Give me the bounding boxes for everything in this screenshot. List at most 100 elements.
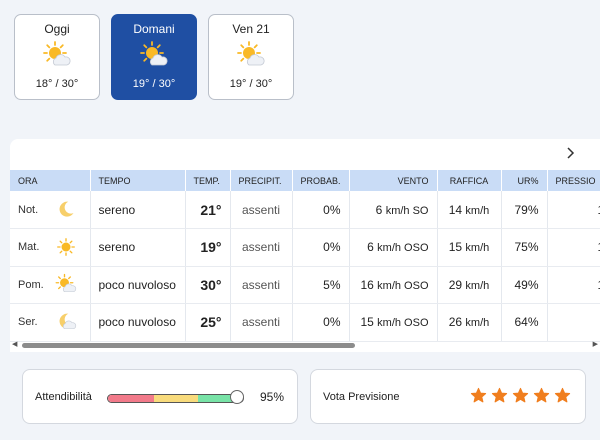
row-pressure: 1016.3 r	[547, 191, 600, 229]
row-temp: 21°	[185, 191, 231, 229]
col-header-temp: TEMP.	[185, 170, 231, 191]
star-icon[interactable]	[554, 387, 571, 404]
row-temp: 30°	[185, 266, 231, 304]
col-header-tempo: TEMPO	[90, 170, 186, 191]
day-temp: 19° / 30°	[229, 78, 273, 90]
row-precip: assenti	[230, 191, 293, 229]
row-wind-unit: km/h OSO	[377, 317, 429, 330]
col-header-ur: UR%	[501, 170, 548, 191]
row-ur: 79%	[501, 191, 548, 229]
row-probab: 0%	[292, 303, 350, 342]
forecast-table-scroll: ORA TEMPO TEMP. PRECIPIT. PROBAB. VENTO …	[10, 170, 600, 342]
reliability-bar	[107, 394, 244, 403]
row-probab: 0%	[292, 191, 350, 229]
row-gust: 29 km/h	[437, 266, 502, 304]
forecast-table: ORA TEMPO TEMP. PRECIPIT. PROBAB. VENTO …	[10, 170, 600, 342]
row-pressure: 1015.3 r	[547, 228, 600, 267]
row-gust-unit: km/h	[465, 204, 490, 217]
day-name: Domani	[133, 22, 175, 36]
row-gust-speed: 15	[448, 240, 463, 255]
day-card-2[interactable]: Ven 21 19° / 30°	[208, 14, 294, 100]
day-temp: 18° / 30°	[35, 78, 79, 90]
table-row: Mat. sereno 19° assenti 0% 6 km/h OSO 15…	[10, 228, 600, 267]
row-gust-unit: km/h	[465, 317, 490, 330]
row-precip: assenti	[230, 303, 293, 342]
col-header-probab: PROBAB.	[292, 170, 350, 191]
row-gust-speed: 26	[448, 315, 463, 330]
col-header-raffica: RAFFICA	[437, 170, 502, 191]
day-name: Ven 21	[232, 22, 270, 36]
row-ur: 64%	[501, 303, 548, 342]
row-wind-speed: 15	[360, 315, 374, 330]
row-period: Mat.	[18, 241, 40, 254]
row-gust-unit: km/h	[465, 279, 490, 292]
row-wind-unit: km/h OSO	[377, 279, 429, 292]
scroll-left-icon[interactable]: ◀	[12, 340, 17, 348]
sun-icon	[56, 238, 75, 257]
star-icon[interactable]	[533, 387, 550, 404]
sun-cloud-icon	[55, 273, 76, 292]
row-wind-speed: 6	[375, 202, 383, 217]
star-icon[interactable]	[470, 387, 487, 404]
row-gust: 15 km/h	[437, 228, 502, 267]
row-temp: 25°	[185, 303, 231, 342]
col-header-vento: VENTO	[349, 170, 438, 191]
day-card-1[interactable]: Domani 19° / 30°	[111, 14, 197, 100]
day-card-0[interactable]: Oggi 18° / 30°	[14, 14, 100, 100]
row-gust: 14 km/h	[437, 191, 502, 229]
row-ur: 49%	[501, 266, 548, 304]
row-gust: 26 km/h	[437, 303, 502, 342]
star-icon[interactable]	[491, 387, 508, 404]
row-wind-speed: 6	[367, 240, 374, 255]
row-wind-unit: km/h OSO	[377, 242, 429, 255]
day-temp: 19° / 30°	[132, 78, 176, 90]
row-temp: 19°	[185, 228, 231, 267]
moon-cloud-icon	[59, 313, 76, 330]
moon-icon	[59, 201, 73, 217]
table-row: Not. sereno 21° assenti 0% 6 km/h SO 14 …	[10, 191, 600, 229]
reliability-label: Attendibilità	[35, 390, 92, 403]
row-wind-speed: 16	[360, 277, 374, 292]
row-pressure: 1015.1 r	[547, 266, 600, 304]
row-tempo: poco nuvoloso	[90, 303, 186, 342]
row-pressure: 1014 r	[547, 303, 600, 342]
table-row: Pom. poco nuvoloso 30° assenti 5% 16 km/…	[10, 266, 600, 304]
row-probab: 0%	[292, 228, 350, 267]
col-header-pressione: PRESSIO	[547, 170, 600, 191]
day-selector: Oggi 18° / 30° Domani 19° / 30° Ven 21 1…	[14, 14, 294, 100]
row-gust-speed: 14	[448, 202, 463, 217]
row-wind: 6 km/h OSO	[349, 228, 438, 267]
table-header-row: ORA TEMPO TEMP. PRECIPIT. PROBAB. VENTO …	[10, 170, 600, 191]
sun-cloud-icon	[237, 41, 265, 66]
horizontal-scrollbar[interactable]: ◀ ▶	[10, 340, 600, 350]
row-tempo: sereno	[90, 228, 186, 267]
row-gust-unit: km/h	[465, 242, 490, 255]
sun-cloud-icon	[43, 41, 71, 66]
reliability-card: Attendibilità 95%	[22, 369, 298, 424]
vote-card: Vota Previsione	[310, 369, 586, 424]
reliability-percent: 95%	[259, 390, 284, 404]
row-period: Ser.	[18, 316, 38, 329]
row-ur: 75%	[501, 228, 548, 267]
row-tempo: poco nuvoloso	[90, 266, 186, 304]
row-gust-speed: 29	[448, 277, 463, 292]
row-wind: 6 km/h SO	[349, 191, 438, 229]
row-period: Not.	[18, 203, 39, 216]
row-tempo: sereno	[90, 191, 186, 229]
col-header-ora: ORA	[10, 170, 91, 191]
table-row: Ser. poco nuvoloso 25° assenti 0% 15 km/…	[10, 303, 600, 342]
scrollbar-thumb[interactable]	[22, 343, 355, 348]
vote-label: Vota Previsione	[323, 390, 400, 403]
sun-cloud-icon	[140, 41, 168, 66]
rating-stars	[470, 387, 571, 404]
day-name: Oggi	[44, 22, 70, 36]
row-wind: 16 km/h OSO	[349, 266, 438, 304]
row-probab: 5%	[292, 266, 350, 304]
row-wind: 15 km/h OSO	[349, 303, 438, 342]
row-wind-unit: km/h SO	[385, 204, 429, 217]
star-icon[interactable]	[512, 387, 529, 404]
scroll-right-icon[interactable]: ▶	[593, 340, 598, 348]
row-precip: assenti	[230, 266, 293, 304]
row-precip: assenti	[230, 228, 293, 267]
chevron-right-icon[interactable]	[562, 145, 578, 161]
